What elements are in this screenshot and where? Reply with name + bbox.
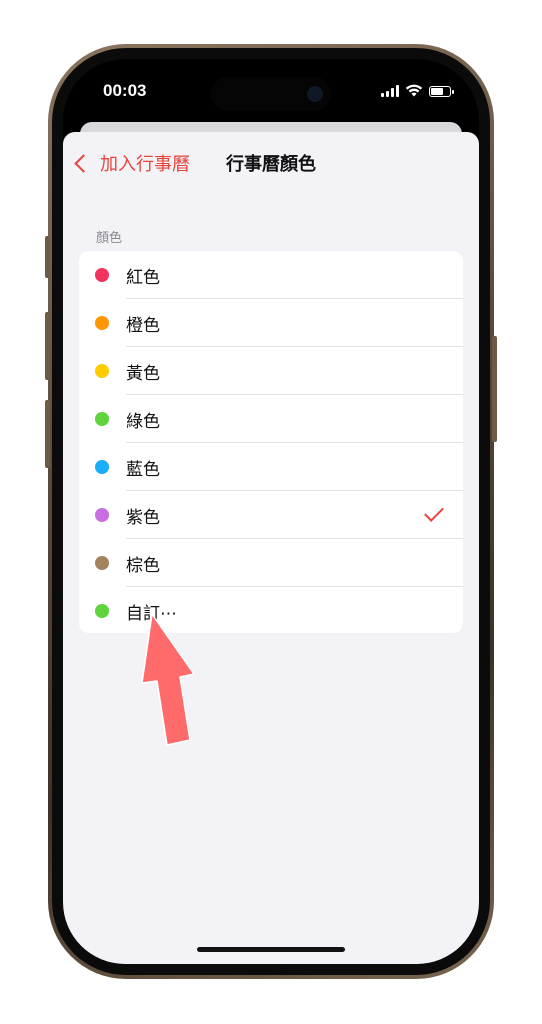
color-row-purple[interactable]: 紫色	[79, 491, 463, 539]
back-button-label: 加入行事曆	[100, 154, 190, 175]
volume-up-button	[45, 312, 50, 380]
color-dot	[95, 316, 109, 330]
color-label: 紫色	[126, 508, 160, 528]
color-row-custom[interactable]: 自訂⋯	[79, 587, 463, 633]
color-dot	[95, 508, 109, 522]
color-dot	[95, 364, 109, 378]
color-dot	[95, 412, 109, 426]
home-indicator	[197, 947, 345, 952]
section-header: 顏色	[96, 231, 123, 246]
color-row-brown[interactable]: 棕色	[79, 539, 463, 587]
color-label: 藍色	[126, 460, 160, 480]
back-button[interactable]: 加入行事曆	[71, 150, 190, 176]
volume-down-button	[45, 400, 50, 468]
status-icons	[381, 83, 454, 97]
color-dot	[95, 604, 109, 618]
color-dot	[95, 556, 109, 570]
color-label: 橙色	[126, 316, 160, 336]
color-label: 自訂⋯	[126, 604, 177, 624]
color-label: 棕色	[126, 556, 160, 576]
checkmark-icon	[424, 502, 444, 522]
color-label: 紅色	[126, 268, 160, 288]
color-label: 綠色	[126, 412, 160, 432]
color-row-yellow[interactable]: 黃色	[79, 347, 463, 395]
battery-icon	[429, 86, 454, 97]
status-time: 00:03	[103, 81, 147, 100]
power-button	[492, 336, 497, 442]
dynamic-island	[211, 77, 331, 111]
camera-icon	[307, 86, 323, 102]
color-dot	[95, 268, 109, 282]
color-row-red[interactable]: 紅色	[79, 251, 463, 299]
status-bar: 00:03	[63, 59, 479, 129]
color-row-orange[interactable]: 橙色	[79, 299, 463, 347]
color-row-blue[interactable]: 藍色	[79, 443, 463, 491]
color-dot	[95, 460, 109, 474]
wifi-icon	[405, 84, 423, 97]
calendar-color-sheet: 加入行事曆 行事曆顏色 顏色 紅色 橙色 黃色 綠色 藍色 紫色 棕色 自訂⋯	[63, 132, 479, 964]
chevron-left-icon	[74, 153, 93, 173]
color-list: 紅色 橙色 黃色 綠色 藍色 紫色 棕色 自訂⋯	[79, 251, 463, 633]
phone-screen: 00:03 加入行事曆 行事曆顏色 顏色 紅色 橙色 黃色 綠色 藍色 紫色 棕…	[63, 59, 479, 964]
color-row-green[interactable]: 綠色	[79, 395, 463, 443]
action-button	[45, 236, 50, 278]
color-label: 黃色	[126, 364, 160, 384]
cellular-signal-icon	[381, 85, 399, 97]
